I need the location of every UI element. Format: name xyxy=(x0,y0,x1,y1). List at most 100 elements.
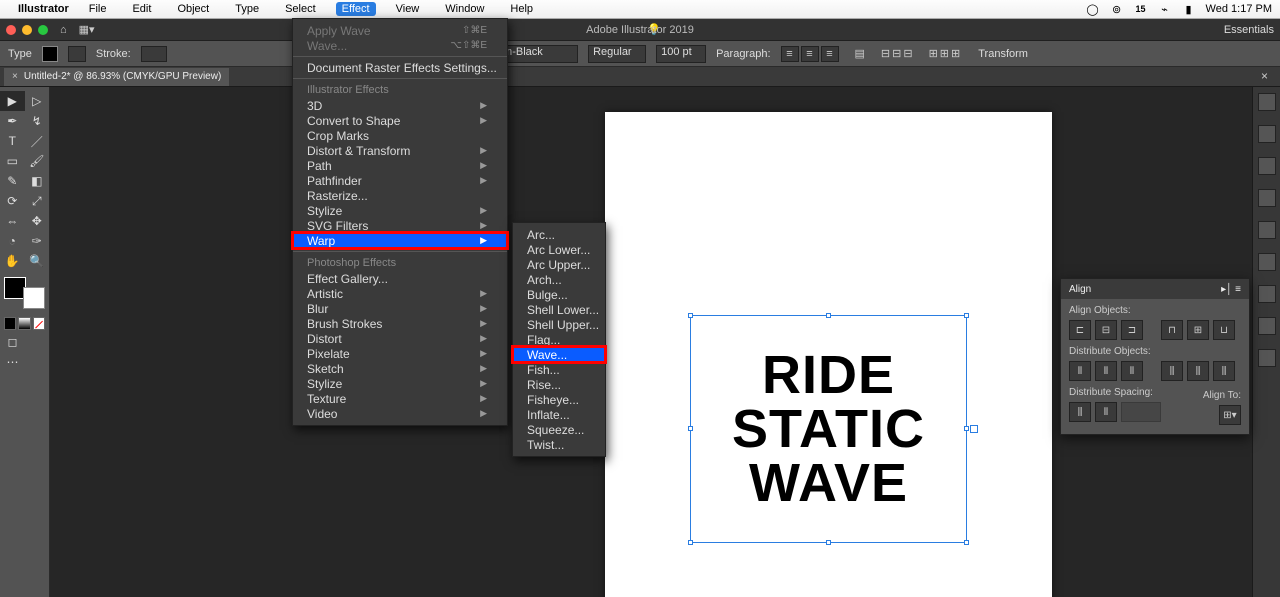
scale-tool[interactable]: ⤢ xyxy=(25,191,50,211)
distribute-bottom-button[interactable]: ⫴ xyxy=(1121,361,1143,381)
eyedropper-tool[interactable]: ✑ xyxy=(25,231,50,251)
menu-effect[interactable]: Effect xyxy=(336,2,376,16)
panel-close-icon[interactable]: × xyxy=(1261,69,1268,83)
eraser-tool[interactable]: ◧ xyxy=(25,171,50,191)
menu-view[interactable]: View xyxy=(390,2,426,16)
submenu-item-twist[interactable]: Twist... xyxy=(513,437,605,452)
menu-item-stylize[interactable]: Stylize▶ xyxy=(293,203,507,218)
submenu-item-arch[interactable]: Arch... xyxy=(513,272,605,287)
type-tool[interactable]: T xyxy=(0,131,25,151)
submenu-item-inflate[interactable]: Inflate... xyxy=(513,407,605,422)
selection-handle[interactable] xyxy=(964,540,969,545)
distribute-right-button[interactable]: ⫼ xyxy=(1213,361,1235,381)
fill-stroke-swatch[interactable] xyxy=(4,277,45,309)
font-size-select[interactable]: 100 pt xyxy=(656,45,706,63)
selection-handle[interactable] xyxy=(964,313,969,318)
app-name[interactable]: Illustrator xyxy=(18,3,69,15)
pen-tool[interactable]: ✒ xyxy=(0,111,25,131)
align-right-button[interactable]: ≡ xyxy=(821,46,839,62)
align-left-button[interactable]: ≡ xyxy=(781,46,799,62)
zoom-tool[interactable]: 🔍 xyxy=(25,251,50,271)
font-style-select[interactable]: Regular xyxy=(588,45,646,63)
text-out-port[interactable] xyxy=(970,425,978,433)
panel-menu-icon[interactable]: ▸│ ≡ xyxy=(1221,284,1241,295)
arrange-icon[interactable]: ▦▾ xyxy=(79,23,95,36)
menu-item-raster-settings[interactable]: Document Raster Effects Settings... xyxy=(293,60,507,75)
align-center-button[interactable]: ≡ xyxy=(801,46,819,62)
menu-object[interactable]: Object xyxy=(171,2,215,16)
selection-handle[interactable] xyxy=(688,540,693,545)
transform-panel-icon[interactable] xyxy=(1258,317,1276,335)
align-vcenter-button[interactable]: ⊞ xyxy=(1187,320,1209,340)
draw-mode-button[interactable]: ◻ xyxy=(0,332,25,352)
panel-header[interactable]: Align ▸│ ≡ xyxy=(1061,279,1249,299)
indent-button[interactable]: ▤ xyxy=(855,47,865,60)
free-transform-tool[interactable]: ✥ xyxy=(25,211,50,231)
selection-handle[interactable] xyxy=(826,313,831,318)
width-tool[interactable]: ⇔ xyxy=(0,211,25,231)
menu-edit[interactable]: Edit xyxy=(126,2,157,16)
align-panel-icon[interactable] xyxy=(1258,285,1276,303)
home-icon[interactable]: ⌂ xyxy=(60,24,67,36)
menu-item-svg-filters[interactable]: SVG Filters▶ xyxy=(293,218,507,233)
menu-item-stylize-ps[interactable]: Stylize▶ xyxy=(293,376,507,391)
brushes-panel-icon[interactable] xyxy=(1258,253,1276,271)
shaper-tool[interactable]: ✎ xyxy=(0,171,25,191)
selection-handle[interactable] xyxy=(826,540,831,545)
submenu-item-arc-lower[interactable]: Arc Lower... xyxy=(513,242,605,257)
edit-toolbar-button[interactable]: ⋯ xyxy=(0,352,25,372)
menu-item-artistic[interactable]: Artistic▶ xyxy=(293,286,507,301)
menu-item-apply-wave[interactable]: Apply Wave⇧⌘E xyxy=(293,23,507,38)
submenu-item-bulge[interactable]: Bulge... xyxy=(513,287,605,302)
align-left-button[interactable]: ⊏ xyxy=(1069,320,1091,340)
status-icon[interactable]: ⊚ xyxy=(1110,2,1124,16)
direct-selection-tool[interactable]: ▷ xyxy=(25,91,50,111)
battery-icon[interactable]: ▮ xyxy=(1182,2,1196,16)
distribute-vcenter-button[interactable]: ⫴ xyxy=(1095,361,1117,381)
clock[interactable]: Wed 1:17 PM xyxy=(1206,3,1272,15)
menu-window[interactable]: Window xyxy=(439,2,490,16)
menu-file[interactable]: File xyxy=(83,2,113,16)
menu-item-video[interactable]: Video▶ xyxy=(293,406,507,421)
spacing-value-input[interactable] xyxy=(1121,402,1161,422)
distribute-spacing-v-button[interactable]: ⫼ xyxy=(1069,402,1091,422)
distribute-hcenter-button[interactable]: ⫼ xyxy=(1187,361,1209,381)
submenu-item-fisheye[interactable]: Fisheye... xyxy=(513,392,605,407)
submenu-item-rise[interactable]: Rise... xyxy=(513,377,605,392)
menu-item-sketch[interactable]: Sketch▶ xyxy=(293,361,507,376)
libraries-panel-icon[interactable] xyxy=(1258,157,1276,175)
align-button[interactable]: ⊟ xyxy=(903,47,912,60)
menu-type[interactable]: Type xyxy=(229,2,265,16)
stroke-weight-input[interactable] xyxy=(141,46,167,62)
submenu-item-flag[interactable]: Flag... xyxy=(513,332,605,347)
color-panel-icon[interactable] xyxy=(1258,221,1276,239)
align-bottom-button[interactable]: ⊔ xyxy=(1213,320,1235,340)
document-tab[interactable]: × Untitled-2* @ 86.93% (CMYK/GPU Preview… xyxy=(4,68,229,86)
align-to-button[interactable]: ⊞▾ xyxy=(1219,405,1241,425)
menu-item-pathfinder[interactable]: Pathfinder▶ xyxy=(293,173,507,188)
menu-item-texture[interactable]: Texture▶ xyxy=(293,391,507,406)
menu-item-convert-to-shape[interactable]: Convert to Shape▶ xyxy=(293,113,507,128)
menu-item-rasterize[interactable]: Rasterize... xyxy=(293,188,507,203)
menu-item-brush-strokes[interactable]: Brush Strokes▶ xyxy=(293,316,507,331)
distribute-button[interactable]: ⊞ xyxy=(929,47,938,60)
shape-builder-tool[interactable]: ◔ xyxy=(0,231,25,251)
menu-item-wave[interactable]: Wave...⌥⇧⌘E xyxy=(293,38,507,53)
menu-item-crop-marks[interactable]: Crop Marks xyxy=(293,128,507,143)
distribute-spacing-h-button[interactable]: ⫴ xyxy=(1095,402,1117,422)
submenu-item-shell-lower[interactable]: Shell Lower... xyxy=(513,302,605,317)
selection-handle[interactable] xyxy=(688,426,693,431)
distribute-left-button[interactable]: ⫼ xyxy=(1161,361,1183,381)
menu-item-blur[interactable]: Blur▶ xyxy=(293,301,507,316)
align-right-button[interactable]: ⊐ xyxy=(1121,320,1143,340)
stroke-color[interactable] xyxy=(23,287,45,309)
transform-label[interactable]: Transform xyxy=(978,48,1028,60)
fill-swatch[interactable] xyxy=(42,46,58,62)
menu-item-effect-gallery[interactable]: Effect Gallery... xyxy=(293,271,507,286)
rectangle-tool[interactable]: ▭ xyxy=(0,151,25,171)
submenu-item-wave[interactable]: Wave... xyxy=(513,347,605,362)
status-icon[interactable]: ◯ xyxy=(1086,2,1100,16)
align-button[interactable]: ⊟ xyxy=(881,47,890,60)
submenu-item-fish[interactable]: Fish... xyxy=(513,362,605,377)
swatches-panel-icon[interactable] xyxy=(1258,189,1276,207)
